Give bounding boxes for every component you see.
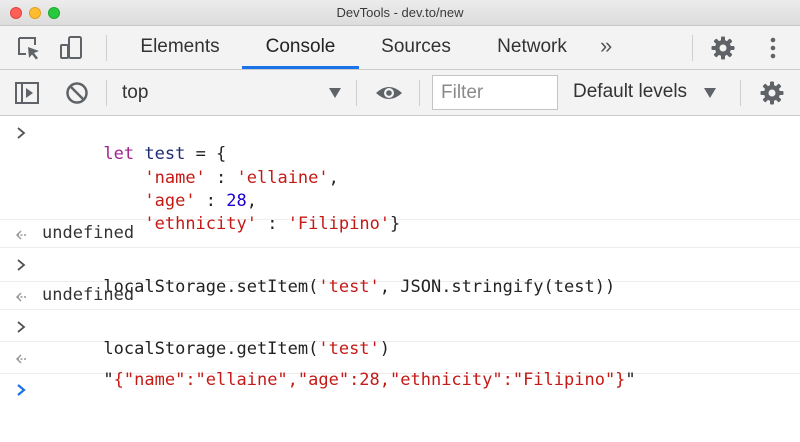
result-value: undefined	[42, 223, 135, 243]
toolbar-divider	[106, 80, 107, 106]
tab-sources[interactable]: Sources	[366, 26, 466, 69]
console-output[interactable]: let test = { 'name' : 'ellaine', 'age' :…	[0, 117, 800, 442]
input-prompt-chevron-icon	[17, 127, 26, 139]
log-levels-select[interactable]: Default levels	[573, 70, 687, 116]
kebab-menu-icon[interactable]	[766, 36, 780, 60]
toolbar-divider	[692, 35, 693, 61]
clear-console-icon[interactable]	[64, 80, 90, 106]
console-input-message: localStorage.setItem('test', JSON.string…	[0, 248, 800, 297]
console-prompt[interactable]	[0, 374, 800, 414]
active-prompt-chevron-icon	[17, 384, 26, 396]
result-value: undefined	[42, 285, 135, 305]
console-input-message: localStorage.getItem('test')	[0, 310, 800, 359]
window-title: DevTools - dev.to/new	[336, 5, 464, 20]
toolbar-divider	[740, 80, 741, 106]
inspect-element-icon[interactable]	[16, 35, 42, 61]
code-token: ,	[328, 168, 339, 188]
result-arrow-icon	[15, 230, 26, 240]
execution-context-select[interactable]: top	[122, 70, 148, 116]
console-result-message: undefined	[0, 282, 800, 310]
input-prompt-chevron-icon	[17, 321, 26, 333]
toolbar-divider	[106, 35, 107, 61]
eye-icon[interactable]	[374, 80, 404, 106]
show-sidebar-icon[interactable]	[14, 80, 40, 106]
active-tab-indicator	[242, 66, 359, 69]
console-result-message: undefined	[0, 220, 800, 248]
more-tabs-button[interactable]: »	[600, 26, 612, 69]
result-arrow-icon	[15, 292, 26, 302]
window-title-bar: DevTools - dev.to/new	[0, 0, 800, 26]
chevron-down-icon[interactable]	[328, 87, 342, 99]
device-toolbar-icon[interactable]	[58, 35, 84, 61]
chevron-down-icon[interactable]	[703, 87, 717, 99]
tab-network[interactable]: Network	[482, 26, 582, 69]
filter-input[interactable]	[432, 75, 558, 110]
devtools-tab-bar: Elements Console Sources Network »	[0, 26, 800, 70]
toolbar-divider	[419, 80, 420, 106]
console-input-message: let test = { 'name' : 'ellaine', 'age' :…	[0, 117, 800, 234]
input-prompt-chevron-icon	[17, 259, 26, 271]
tab-console[interactable]: Console	[242, 26, 359, 69]
console-settings-gear-icon[interactable]	[759, 80, 785, 106]
tab-elements[interactable]: Elements	[126, 26, 234, 69]
console-result-message: "{"name":"ellaine","age":28,"ethnicity":…	[0, 342, 800, 390]
console-toolbar: top Default levels	[0, 70, 800, 116]
result-arrow-icon	[15, 354, 26, 364]
gear-icon[interactable]	[710, 35, 736, 61]
toolbar-divider	[356, 80, 357, 106]
